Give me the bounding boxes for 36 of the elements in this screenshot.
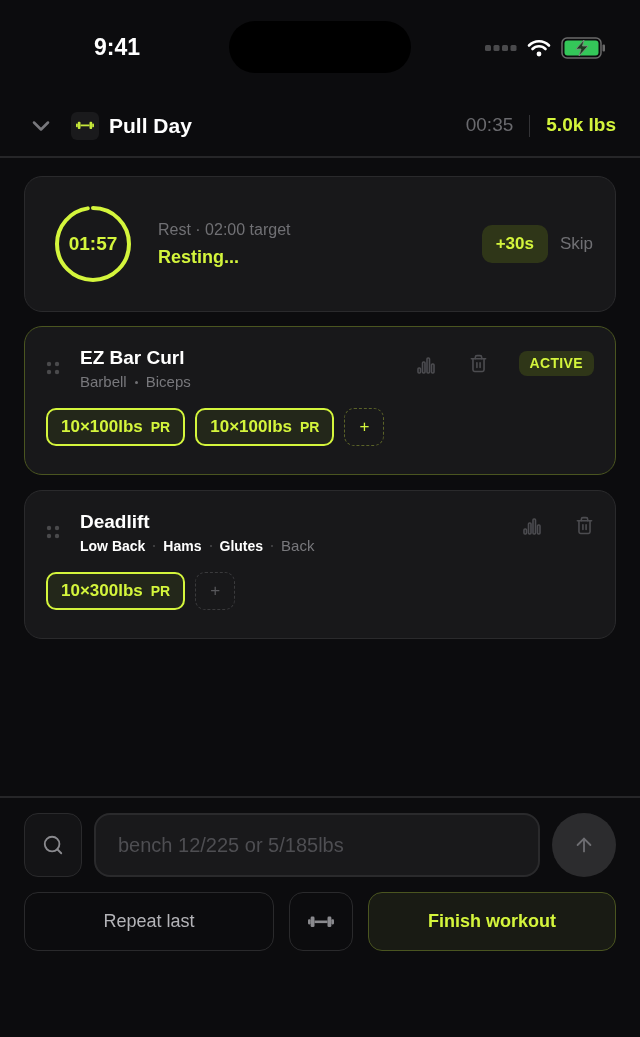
- barbell-icon: [76, 120, 94, 131]
- search-icon: [42, 834, 64, 856]
- muscle-label: Low Back: [80, 537, 146, 556]
- rest-status: Resting...: [158, 245, 240, 269]
- set-chip[interactable]: 10×300lbs PR: [46, 572, 186, 610]
- workout-title: Pull Day: [109, 112, 192, 139]
- active-badge: ACTIVE: [518, 351, 594, 376]
- delete-icon[interactable]: [468, 354, 488, 373]
- search-button[interactable]: [24, 813, 82, 877]
- add-time-button[interactable]: +30s: [481, 225, 548, 263]
- delete-icon[interactable]: [575, 515, 594, 535]
- set-chip[interactable]: 10×100lbs PR: [46, 408, 186, 446]
- muscle-label: Hams: [163, 537, 202, 556]
- add-set-button[interactable]: +: [344, 408, 385, 446]
- total-volume: 5.0k lbs: [546, 113, 616, 138]
- rest-caption: Rest · 02:00 target: [158, 219, 291, 240]
- set-chip[interactable]: 10×100lbs PR: [195, 408, 335, 446]
- muscle-label: Biceps: [145, 372, 191, 392]
- status-time: 9:41: [94, 33, 141, 63]
- wifi-icon: [527, 38, 551, 57]
- skip-button[interactable]: Skip: [559, 231, 593, 257]
- finish-workout-button[interactable]: Finish workout: [368, 892, 616, 951]
- exercise-name: EZ Bar Curl: [80, 346, 186, 370]
- exercise-name: Deadlift: [80, 510, 151, 534]
- muscle-label: Back: [281, 536, 315, 556]
- battery-charging-icon: [561, 36, 607, 59]
- muscle-label: Glutes: [219, 537, 264, 556]
- muscle-label: Barbell: [80, 372, 127, 392]
- equipment-button[interactable]: [289, 892, 353, 951]
- repeat-last-button[interactable]: Repeat last: [24, 892, 274, 951]
- elapsed-time: 00:35: [465, 113, 514, 138]
- signal-icon: [485, 44, 517, 51]
- bar-chart-icon[interactable]: [523, 515, 541, 535]
- timer-time: 01:57: [68, 231, 118, 256]
- drag-handle-icon[interactable]: [46, 361, 60, 375]
- drag-handle-icon[interactable]: [46, 525, 60, 539]
